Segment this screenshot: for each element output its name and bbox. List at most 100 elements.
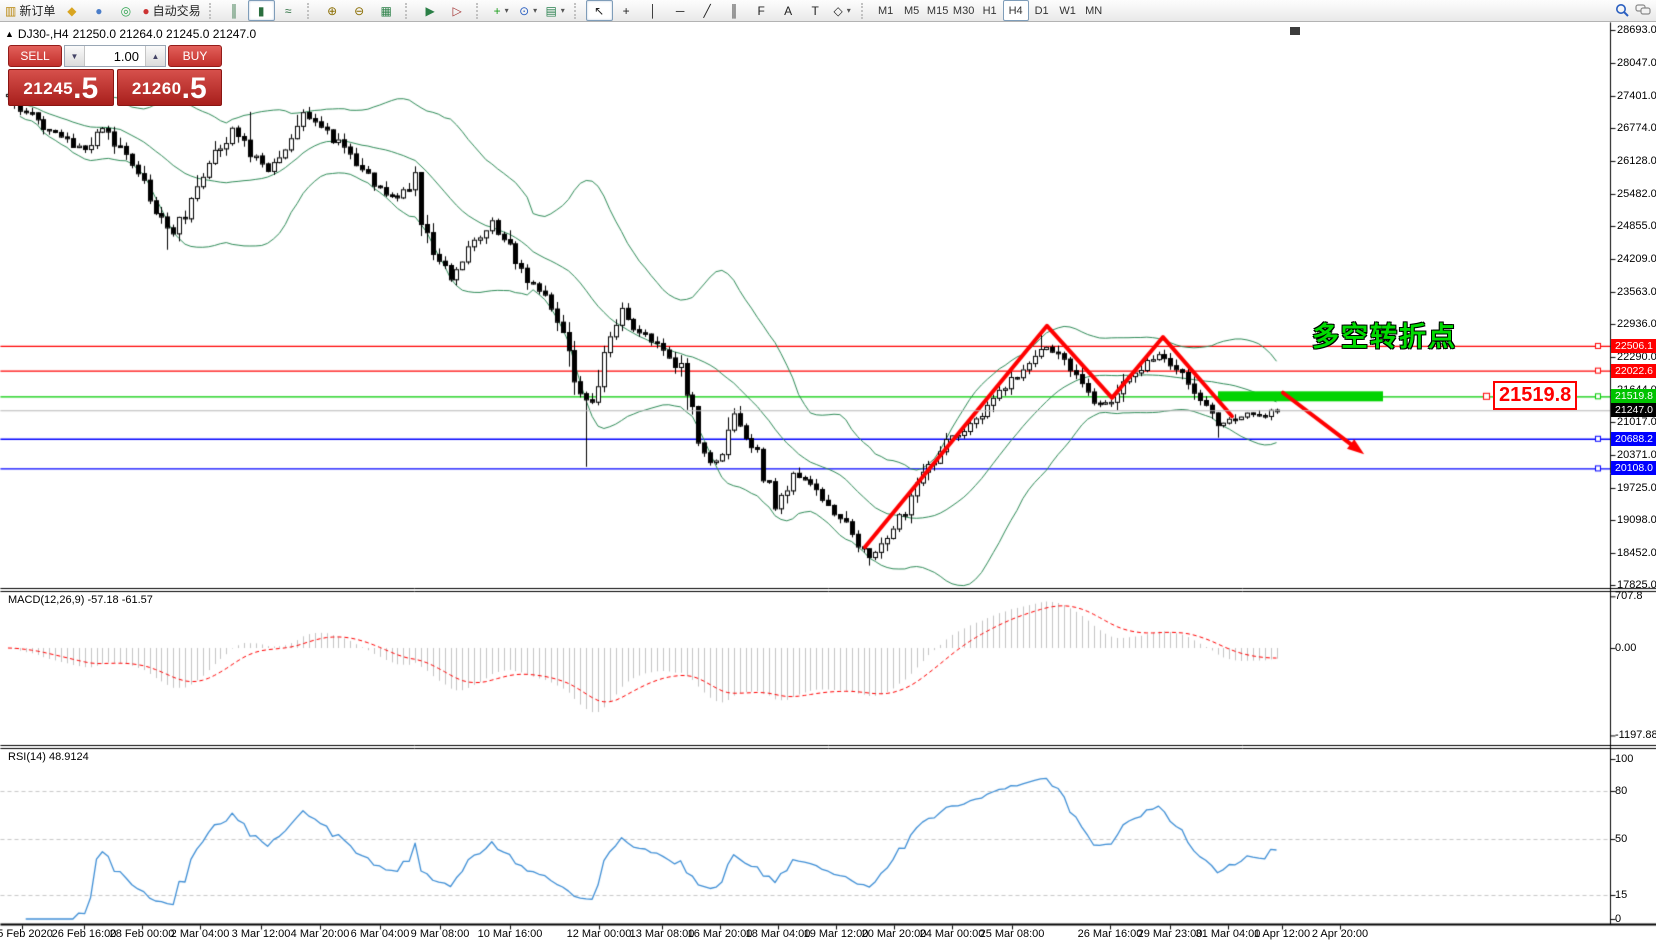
dropdown-arrow-icon: ▾: [847, 6, 851, 15]
text-label-icon[interactable]: T: [802, 0, 829, 21]
timeframe-m5[interactable]: M5: [899, 0, 925, 21]
macd-axis-label: -1197.88: [1615, 729, 1656, 741]
timeframe-mn[interactable]: MN: [1081, 0, 1107, 21]
price-tick-label: 23563.0: [1617, 286, 1656, 298]
trendline-icon: ╱: [704, 5, 711, 17]
chat-icon[interactable]: [1633, 1, 1654, 20]
crosshair-icon[interactable]: +: [613, 0, 640, 21]
time-tick-label: 18 Mar 04:00: [746, 928, 811, 940]
timeframe-h1[interactable]: H1: [977, 0, 1003, 21]
channel-icon[interactable]: ║: [721, 0, 748, 21]
price-flag: 22506.1: [1611, 339, 1656, 353]
community-icon[interactable]: ●: [85, 0, 112, 21]
toolbar: ▥新订单◆●◎●自动交易║▮≈⊕⊖▦▶▷+▾⊙▾▤▾↖+│─╱║FAT◇▾M1M…: [0, 0, 1656, 22]
chart-canvas[interactable]: [0, 22, 1656, 944]
timeframe-m15[interactable]: M15: [925, 0, 951, 21]
time-tick-label: 16 Mar 20:00: [688, 928, 753, 940]
volume-down-button[interactable]: ▼: [65, 46, 85, 66]
zoom-out-icon: ⊖: [354, 5, 364, 17]
rsi-axis-label: 100: [1615, 753, 1633, 765]
price-tick-label: 26128.0: [1617, 155, 1656, 167]
volume-up-button[interactable]: ▲: [145, 46, 165, 66]
annotation-turning-point[interactable]: 多空转折点: [1312, 315, 1457, 354]
new-order-button[interactable]: ▥新订单: [2, 0, 58, 21]
mt4-window: ▥新订单◆●◎●自动交易║▮≈⊕⊖▦▶▷+▾⊙▾▤▾↖+│─╱║FAT◇▾M1M…: [0, 0, 1656, 944]
rsi-axis-label: 0: [1615, 913, 1621, 925]
time-tick-label: 13 Mar 08:00: [630, 928, 695, 940]
timeframe-m30[interactable]: M30: [951, 0, 977, 21]
zoom-out-icon[interactable]: ⊖: [346, 0, 373, 21]
indicators-icon[interactable]: +▾: [488, 0, 515, 21]
price-flag: 21247.0: [1611, 403, 1656, 417]
dropdown-arrow-icon: ▾: [505, 6, 509, 15]
chart-title: ▲ DJ30-,H4 21250.0 21264.0 21245.0 21247…: [5, 27, 256, 41]
timeframe-m1[interactable]: M1: [873, 0, 899, 21]
buy-price-button[interactable]: 21260 .5: [117, 69, 223, 106]
text-icon: A: [784, 5, 792, 17]
timeframe-d1[interactable]: D1: [1029, 0, 1055, 21]
volume-input[interactable]: 1.00: [85, 46, 145, 66]
text-label-icon: T: [811, 5, 818, 17]
cursor-icon[interactable]: ↖: [586, 0, 613, 21]
vertical-line-icon[interactable]: │: [640, 0, 667, 21]
volume-spinner: ▼ 1.00 ▲: [64, 45, 166, 67]
sell-price-button[interactable]: 21245 .5: [8, 69, 114, 106]
chart-shift-icon: ▷: [453, 5, 462, 17]
candlestick-chart-icon: ▮: [258, 5, 265, 17]
periods-icon[interactable]: ⊙▾: [515, 0, 542, 21]
templates-icon[interactable]: ▤▾: [542, 0, 569, 21]
arrows-icon[interactable]: ◇▾: [829, 0, 856, 21]
price-tick-label: 28047.0: [1617, 57, 1656, 69]
timeframe-h4[interactable]: H4: [1003, 0, 1029, 21]
price-callout-label[interactable]: 21519.8: [1493, 381, 1577, 410]
zoom-in-icon[interactable]: ⊕: [319, 0, 346, 21]
sell-button[interactable]: SELL: [8, 45, 62, 67]
buy-button[interactable]: BUY: [168, 45, 222, 67]
toolbar-separator: [476, 3, 485, 19]
autotrading-button[interactable]: ●自动交易: [139, 0, 203, 21]
search-icon[interactable]: [1612, 1, 1633, 20]
sell-price-main: 21245: [23, 79, 73, 99]
auto-scroll-icon[interactable]: ▶: [417, 0, 444, 21]
bar-chart-icon: ║: [230, 5, 239, 17]
time-tick-label: 10 Mar 16:00: [478, 928, 543, 940]
time-tick-label: 31 Mar 04:00: [1196, 928, 1261, 940]
crosshair-icon: +: [623, 5, 630, 17]
autotrading-button: ●: [142, 5, 149, 17]
chart-shift-marker[interactable]: [1290, 27, 1300, 35]
candlestick-chart-icon[interactable]: ▮: [248, 0, 275, 21]
price-tick-label: 26774.0: [1617, 122, 1656, 134]
sell-price-fraction: .5: [73, 75, 98, 104]
market-watch-icon: ◆: [67, 5, 76, 17]
price-tick-label: 24855.0: [1617, 220, 1656, 232]
community-icon: ●: [95, 5, 102, 17]
collapse-triangle-icon[interactable]: ▲: [5, 29, 14, 39]
new-order-button: ▥: [5, 5, 16, 17]
vertical-line-icon: │: [649, 5, 657, 17]
timeframe-w1[interactable]: W1: [1055, 0, 1081, 21]
chart-symbol-period: DJ30-,H4: [18, 27, 69, 41]
price-flag: 21519.8: [1611, 389, 1656, 403]
chart-shift-icon[interactable]: ▷: [444, 0, 471, 21]
rsi-axis-label: 80: [1615, 785, 1627, 797]
price-tick-label: 25482.0: [1617, 188, 1656, 200]
horizontal-line-icon[interactable]: ─: [667, 0, 694, 21]
text-icon[interactable]: A: [775, 0, 802, 21]
time-tick-label: 29 Mar 23:00: [1138, 928, 1203, 940]
line-chart-icon[interactable]: ≈: [275, 0, 302, 21]
signals-icon[interactable]: ◎: [112, 0, 139, 21]
toolbar-separator: [861, 3, 870, 19]
time-tick-label: 1 Apr 12:00: [1254, 928, 1310, 940]
auto-scroll-icon: ▶: [426, 5, 435, 17]
rsi-axis-label: 15: [1615, 889, 1627, 901]
trendline-icon[interactable]: ╱: [694, 0, 721, 21]
time-tick-label: 19 Mar 12:00: [804, 928, 869, 940]
tile-windows-icon[interactable]: ▦: [373, 0, 400, 21]
chart-ohlc-values: 21250.0 21264.0 21245.0 21247.0: [73, 27, 257, 41]
periods-icon: ⊙: [519, 5, 529, 17]
fibonacci-icon[interactable]: F: [748, 0, 775, 21]
bar-chart-icon[interactable]: ║: [221, 0, 248, 21]
market-watch-icon[interactable]: ◆: [58, 0, 85, 21]
time-tick-label: 2 Apr 20:00: [1312, 928, 1368, 940]
time-tick-label: 12 Mar 00:00: [567, 928, 632, 940]
